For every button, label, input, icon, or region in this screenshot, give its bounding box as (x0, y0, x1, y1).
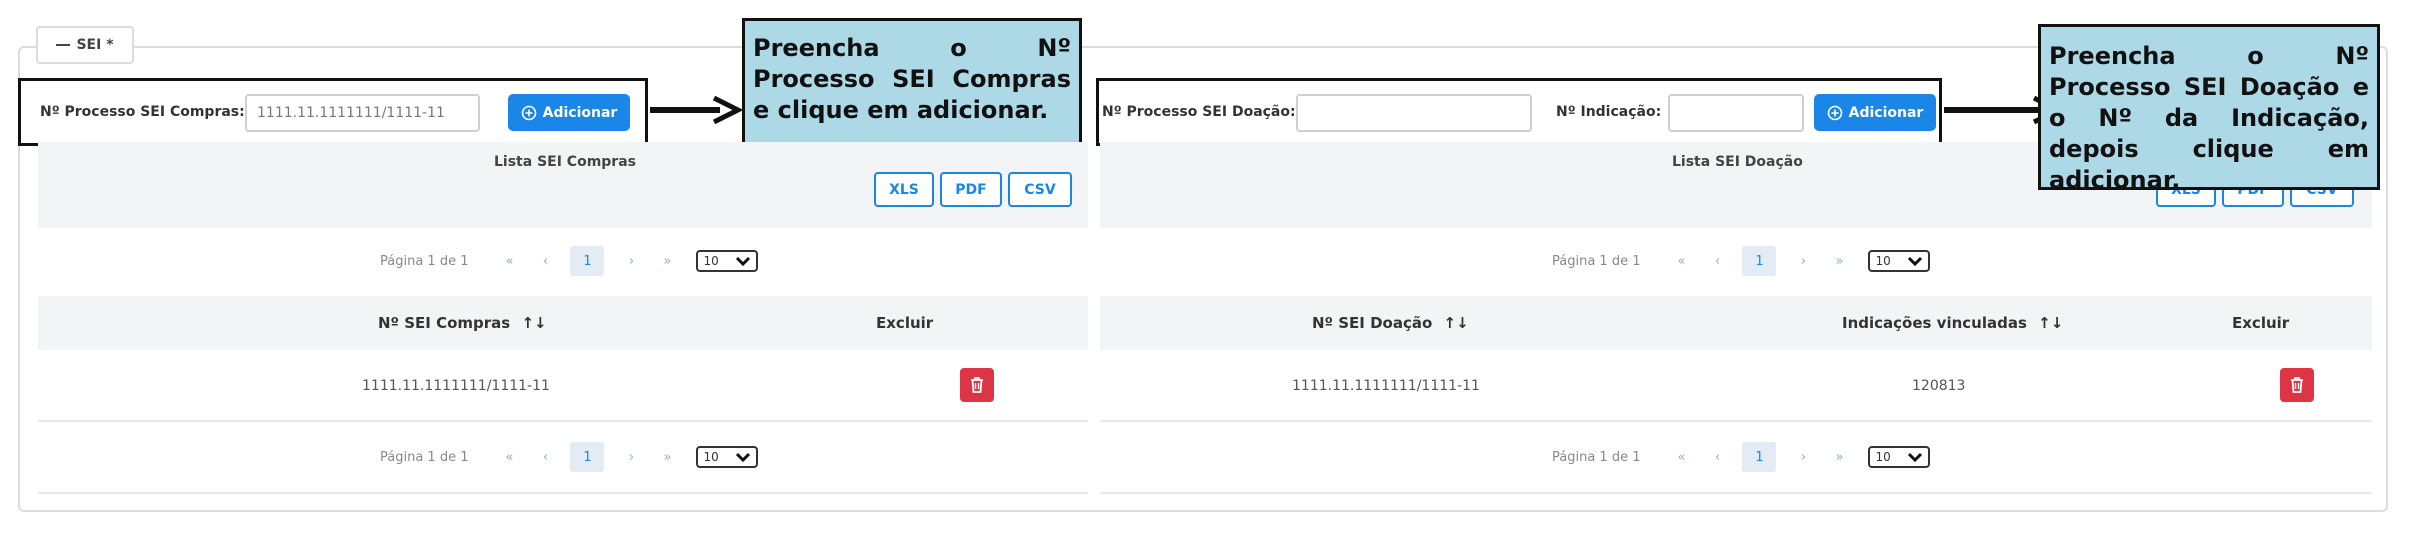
sort-icon: ↑↓ (1443, 314, 1469, 332)
compras-delete-button[interactable] (960, 368, 994, 402)
chevron-down-icon (736, 452, 751, 462)
compras-sei-input[interactable]: 1111.11.1111111/1111-11 (245, 94, 480, 132)
next-page-button[interactable]: › (1792, 450, 1814, 465)
doacao-col-indicacoes[interactable]: Indicações vinculadas ↑↓ (1842, 314, 2063, 332)
first-page-button[interactable]: « (1670, 450, 1692, 465)
last-page-button[interactable]: » (1828, 450, 1850, 465)
compras-add-button[interactable]: Adicionar (508, 94, 630, 131)
doacao-add-button[interactable]: Adicionar (1814, 94, 1936, 131)
compras-pdf-button[interactable]: PDF (940, 172, 1002, 207)
compras-list-title: Lista SEI Compras (494, 154, 636, 170)
last-page-button[interactable]: » (656, 450, 678, 465)
doacao-label: Nº Processo SEI Doação: (1102, 104, 1296, 120)
compras-instruction-text: Preencha o Nº Processo SEI Compras e cli… (753, 34, 1071, 124)
page-1-button[interactable]: 1 (570, 246, 605, 276)
doacao-pager-top: Página 1 de 1 « ‹ 1 › » 10 (1552, 246, 1931, 276)
page-1-button[interactable]: 1 (1742, 442, 1777, 472)
next-page-button[interactable]: › (620, 450, 642, 465)
doacao-delete-button[interactable] (2280, 368, 2314, 402)
first-page-button[interactable]: « (498, 450, 520, 465)
page-1-button[interactable]: 1 (570, 442, 605, 472)
compras-col-sei-label: Nº SEI Compras (378, 314, 511, 332)
doacao-add-label: Adicionar (1848, 104, 1924, 121)
compras-row-divider (38, 420, 1088, 422)
sort-icon: ↑↓ (2038, 314, 2064, 332)
compras-col-sei[interactable]: Nº SEI Compras ↑↓ (378, 314, 547, 332)
arrow-right-icon (1944, 107, 2040, 113)
plus-circle-icon (1827, 105, 1842, 120)
first-page-button[interactable]: « (498, 254, 520, 269)
doacao-pager-bottom: Página 1 de 1 « ‹ 1 › » 10 (1552, 442, 1931, 472)
compras-xls-button[interactable]: XLS (874, 172, 934, 207)
doacao-col-indicacoes-label: Indicações vinculadas (1842, 314, 2027, 332)
page-size-select[interactable]: 10 (1868, 250, 1931, 272)
next-page-button[interactable]: › (1792, 254, 1814, 269)
compras-label: Nº Processo SEI Compras: (40, 104, 245, 120)
page-size-value: 10 (703, 450, 719, 464)
sort-icon: ↑↓ (521, 314, 547, 332)
sei-legend[interactable]: SEI * (36, 26, 134, 64)
doacao-row-sei: 1111.11.1111111/1111-11 (1292, 378, 1480, 394)
chevron-down-icon (1908, 256, 1923, 266)
indicacao-label: Nº Indicação: (1556, 104, 1662, 120)
chevron-down-icon (1908, 452, 1923, 462)
trash-icon (2291, 377, 2303, 393)
doacao-instruction-text: Preencha o Nº Processo SEI Doação e o Nº… (2049, 42, 2369, 194)
compras-pager-top: Página 1 de 1 « ‹ 1 › » 10 (380, 246, 759, 276)
page-size-value: 10 (703, 254, 719, 268)
last-page-button[interactable]: » (656, 254, 678, 269)
arrow-head-icon (712, 96, 742, 124)
prev-page-button[interactable]: ‹ (534, 254, 556, 269)
pager-text: Página 1 de 1 (1552, 449, 1641, 465)
prev-page-button[interactable]: ‹ (1706, 450, 1728, 465)
doacao-row-indicacoes: 120813 (1912, 378, 1966, 394)
page-size-select[interactable]: 10 (696, 446, 759, 468)
doacao-table-header (1100, 296, 2372, 350)
prev-page-button[interactable]: ‹ (534, 450, 556, 465)
compras-add-label: Adicionar (542, 104, 618, 121)
page-size-value: 10 (1875, 254, 1891, 268)
indicacao-input[interactable] (1668, 94, 1804, 132)
doacao-col-excluir: Excluir (2232, 314, 2290, 332)
doacao-list-title: Lista SEI Doação (1672, 154, 1803, 170)
chevron-down-icon (736, 256, 751, 266)
page-size-value: 10 (1875, 450, 1891, 464)
page-size-select[interactable]: 10 (1868, 446, 1931, 468)
minus-icon (56, 44, 71, 46)
last-page-button[interactable]: » (1828, 254, 1850, 269)
pager-text: Página 1 de 1 (380, 449, 469, 465)
compras-col-excluir: Excluir (876, 314, 934, 332)
trash-icon (971, 377, 983, 393)
page-1-button[interactable]: 1 (1742, 246, 1777, 276)
doacao-instruction-callout: Preencha o Nº Processo SEI Doação e o Nº… (2038, 24, 2380, 194)
pager-text: Página 1 de 1 (380, 253, 469, 269)
compras-instruction-callout: Preencha o Nº Processo SEI Compras e cli… (742, 18, 1082, 146)
compras-pager-bottom: Página 1 de 1 « ‹ 1 › » 10 (380, 442, 759, 472)
doacao-col-sei[interactable]: Nº SEI Doação ↑↓ (1312, 314, 1469, 332)
compras-sei-input-value: 1111.11.1111111/1111-11 (257, 105, 445, 121)
compras-bottom-divider (38, 492, 1088, 494)
doacao-col-sei-label: Nº SEI Doação (1312, 314, 1433, 332)
compras-csv-button[interactable]: CSV (1008, 172, 1072, 207)
plus-circle-icon (521, 105, 536, 120)
page-size-select[interactable]: 10 (696, 250, 759, 272)
doacao-bottom-divider (1100, 492, 2372, 494)
legend-label: SEI * (76, 37, 114, 53)
doacao-row-divider (1100, 420, 2372, 422)
arrow-right-icon (650, 107, 720, 113)
next-page-button[interactable]: › (620, 254, 642, 269)
doacao-sei-input[interactable] (1296, 94, 1532, 132)
pager-text: Página 1 de 1 (1552, 253, 1641, 269)
compras-row-sei: 1111.11.1111111/1111-11 (362, 378, 550, 394)
first-page-button[interactable]: « (1670, 254, 1692, 269)
prev-page-button[interactable]: ‹ (1706, 254, 1728, 269)
